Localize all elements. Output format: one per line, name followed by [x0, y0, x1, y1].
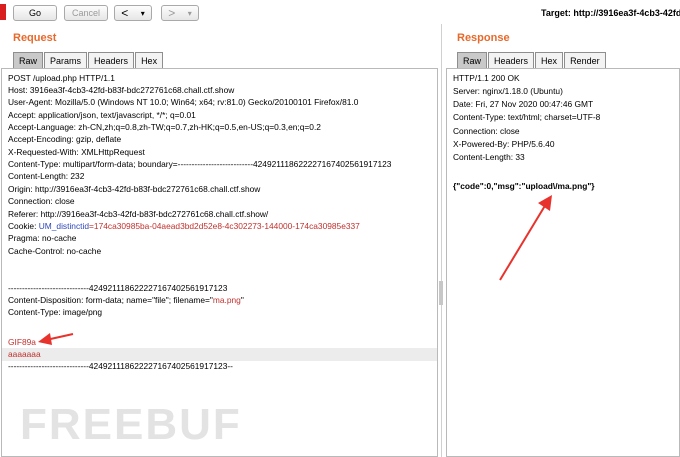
annotation-arrows: [38, 195, 552, 345]
watermark: FREEBUF: [20, 400, 242, 449]
arrow-to-response-body: [499, 195, 552, 281]
arrow-to-gif-header: [38, 333, 74, 345]
